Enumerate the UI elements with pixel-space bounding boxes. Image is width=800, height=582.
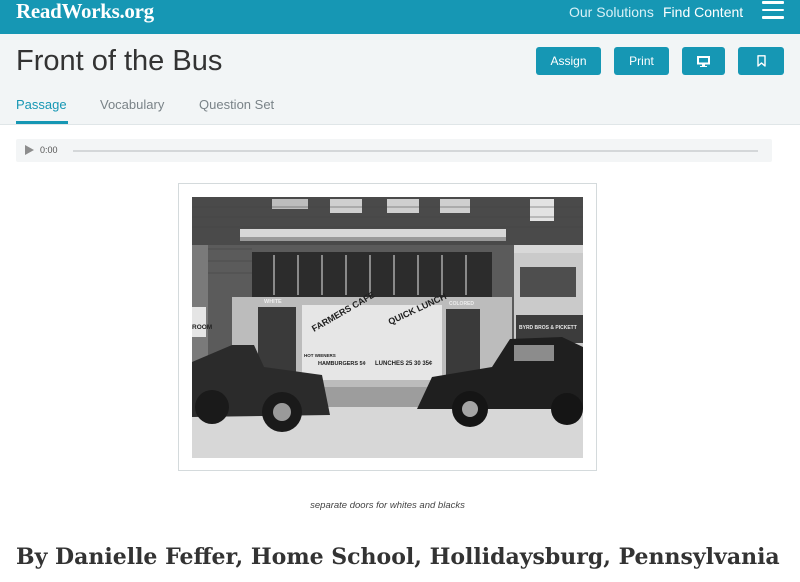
- sign-byrd-bros: BYRD BROS & PICKETT: [519, 325, 577, 331]
- assign-button[interactable]: Assign: [536, 47, 601, 75]
- tab-passage[interactable]: Passage: [16, 97, 67, 112]
- sign-white-door: WHITE: [264, 299, 282, 305]
- tab-vocabulary[interactable]: Vocabulary: [100, 97, 164, 112]
- hamburger-menu-icon[interactable]: [762, 1, 784, 19]
- image-caption: separate doors for whites and blacks: [310, 500, 465, 511]
- tab-question-set[interactable]: Question Set: [199, 97, 274, 112]
- sign-hot-wieners: HOT WIENERS: [304, 353, 336, 358]
- play-icon[interactable]: [25, 145, 34, 155]
- nav-find-content[interactable]: Find Content: [663, 4, 743, 20]
- passage-byline: By Danielle Feffer, Home School, Hollida…: [16, 544, 780, 570]
- passage-header: Front of the Bus Assign Print Passage Vo…: [0, 34, 800, 125]
- passage-photo: FARMERS CAFE QUICK LUNCH WHITE COLORED H…: [192, 197, 583, 458]
- bookmark-button[interactable]: [738, 47, 784, 75]
- monitor-icon: [697, 55, 710, 67]
- audio-player: 0:00: [16, 139, 772, 162]
- passage-image-frame: FARMERS CAFE QUICK LUNCH WHITE COLORED H…: [178, 183, 597, 471]
- readworks-logo[interactable]: ReadWorks.org: [16, 0, 154, 22]
- print-button[interactable]: Print: [614, 47, 669, 75]
- sign-hamburgers: HAMBURGERS 5¢: [318, 361, 366, 367]
- bookmark-icon: [756, 55, 766, 67]
- sign-colored-door: COLORED: [449, 301, 474, 307]
- audio-time: 0:00: [40, 145, 58, 155]
- sign-room: ROOM: [192, 324, 212, 331]
- active-tab-indicator: [16, 121, 68, 124]
- audio-progress-track[interactable]: [73, 150, 758, 152]
- sign-lunches: LUNCHES 25 30 35¢: [375, 361, 433, 367]
- present-button[interactable]: [682, 47, 725, 75]
- top-nav-bar: ReadWorks.org Our Solutions Find Content: [0, 0, 800, 34]
- nav-our-solutions[interactable]: Our Solutions: [569, 4, 654, 20]
- page-title: Front of the Bus: [16, 45, 223, 77]
